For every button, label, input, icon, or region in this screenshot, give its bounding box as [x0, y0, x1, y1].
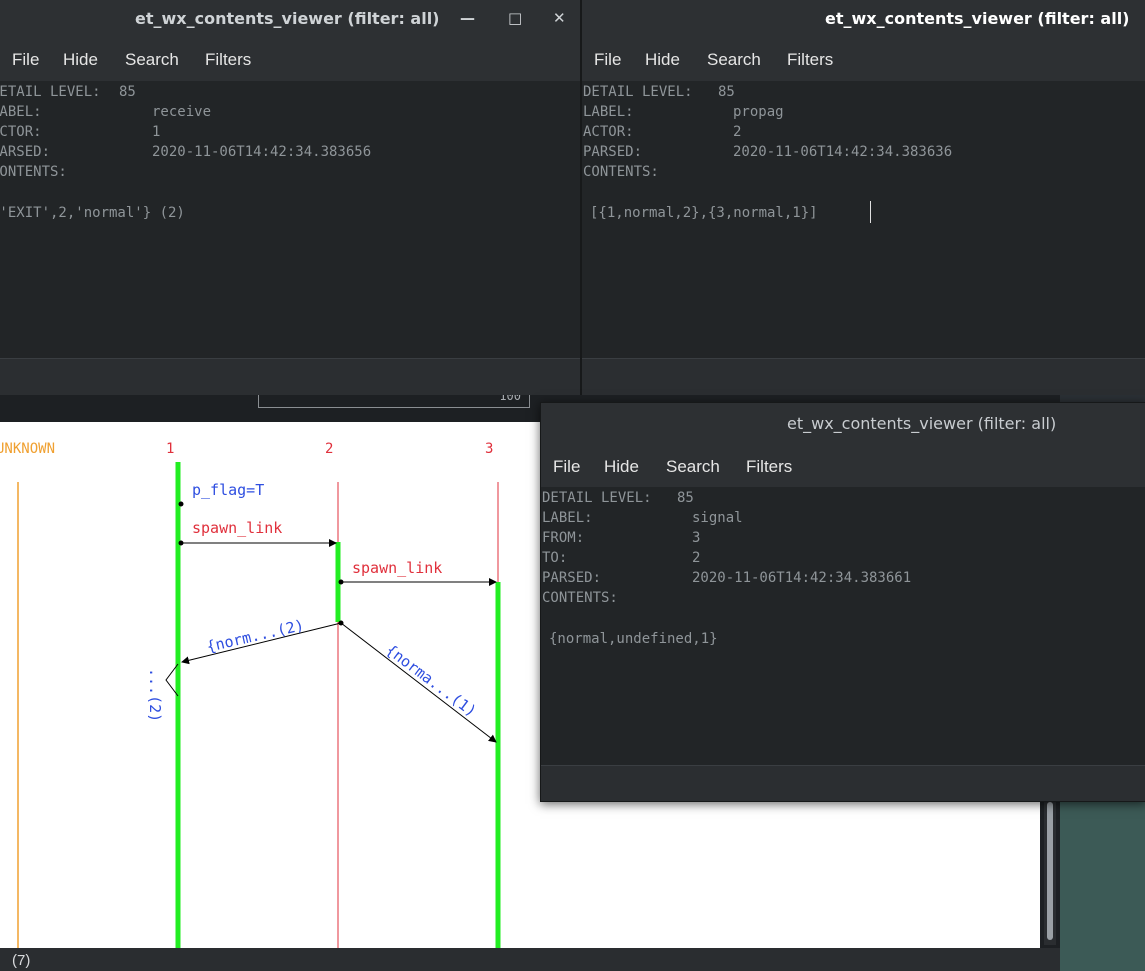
viewer-left-title: et_wx_contents_viewer (filter: all): [135, 9, 440, 28]
event-msg-forward-label[interactable]: {norma...(1): [383, 641, 480, 721]
menu-hide[interactable]: Hide: [63, 50, 98, 70]
field-key: DETAIL LEVEL:: [0, 84, 101, 100]
field-key: LABEL:: [583, 104, 634, 120]
field-value: 1: [152, 124, 161, 140]
actor-unknown-label: UNKNOWN: [0, 441, 55, 457]
maximize-button[interactable]: □: [508, 9, 522, 27]
text-cursor: [870, 201, 871, 223]
event-msg-back-label[interactable]: {norm...(2): [205, 616, 306, 656]
event-spawn-link-1-label[interactable]: spawn_link: [192, 519, 282, 537]
menu-file[interactable]: File: [594, 50, 621, 70]
field-key: CONTENTS:: [542, 590, 618, 606]
menu-hide[interactable]: Hide: [604, 457, 639, 477]
field-key: DETAIL LEVEL:: [583, 84, 693, 100]
menu-filters[interactable]: Filters: [205, 50, 251, 70]
scale-ruler: 100: [258, 389, 530, 408]
field-value: 2020-11-06T14:42:34.383661: [692, 570, 912, 586]
field-key: LABEL:: [0, 104, 42, 120]
actor-3-label: 3: [485, 441, 493, 457]
menu-file[interactable]: File: [12, 50, 39, 70]
viewer-front-footer: [541, 765, 1145, 801]
field-key: PARSED:: [583, 144, 643, 160]
menu-search[interactable]: Search: [125, 50, 179, 70]
close-button[interactable]: ✕: [553, 9, 566, 27]
contents-text: [{1,normal,2},{3,normal,1}]: [590, 205, 818, 221]
viewer-window-front[interactable]: et_wx_contents_viewer (filter: all) File…: [540, 402, 1145, 802]
viewer-right-footer: [582, 358, 1145, 395]
status-bar: (7): [0, 948, 1060, 971]
viewer-left-titlebar[interactable]: et_wx_contents_viewer (filter: all) — □ …: [0, 0, 580, 39]
viewer-left-footer: [0, 358, 580, 395]
event-msg-forward-arrow: [340, 622, 497, 743]
field-key: FROM:: [542, 530, 585, 546]
field-key: LABEL:: [542, 510, 593, 526]
field-value: receive: [152, 104, 212, 120]
field-key: TO:: [542, 550, 568, 566]
viewer-left-content[interactable]: DETAIL LEVEL: 85 LABEL: receive ACTOR: 1…: [0, 81, 580, 358]
menu-filters[interactable]: Filters: [746, 457, 792, 477]
canvas-scrollbar[interactable]: [1044, 800, 1056, 945]
actor-2-label: 2: [325, 441, 333, 457]
viewer-window-left[interactable]: et_wx_contents_viewer (filter: all) — □ …: [0, 0, 580, 395]
field-key: PARSED:: [542, 570, 602, 586]
field-key: ACTOR:: [583, 124, 634, 140]
viewer-front-titlebar[interactable]: et_wx_contents_viewer (filter: all): [541, 403, 1145, 446]
menu-search[interactable]: Search: [666, 457, 720, 477]
viewer-left-menubar: File Hide Search Filters: [0, 38, 580, 81]
event-self-loop-label[interactable]: ...(2): [146, 668, 164, 722]
actor-1-label: 1: [166, 441, 174, 457]
field-value: 2020-11-06T14:42:34.383656: [152, 144, 372, 160]
menu-file[interactable]: File: [553, 457, 580, 477]
field-value: 2: [733, 124, 742, 140]
canvas-scrollbar-thumb[interactable]: [1047, 802, 1053, 940]
field-value: 85: [718, 84, 735, 100]
viewer-front-content[interactable]: DETAIL LEVEL: 85 LABEL: signal FROM: 3 T…: [541, 487, 1145, 765]
field-value: 2: [692, 550, 701, 566]
viewer-right-menubar: File Hide Search Filters: [582, 38, 1145, 81]
viewer-right-title: et_wx_contents_viewer (filter: all): [825, 9, 1130, 28]
field-value: 3: [692, 530, 701, 546]
event-p-flag-dot: [178, 501, 184, 507]
minimize-button[interactable]: —: [460, 9, 475, 27]
menu-search[interactable]: Search: [707, 50, 761, 70]
field-value: 2020-11-06T14:42:34.383636: [733, 144, 953, 160]
field-key: CONTENTS:: [0, 164, 67, 180]
viewer-window-right[interactable]: et_wx_contents_viewer (filter: all) File…: [582, 0, 1145, 395]
event-p-flag-label[interactable]: p_flag=T: [192, 481, 264, 499]
menu-filters[interactable]: Filters: [787, 50, 833, 70]
field-key: ACTOR:: [0, 124, 42, 140]
field-value: 85: [119, 84, 136, 100]
desktop-background: [1060, 800, 1145, 971]
viewer-front-title: et_wx_contents_viewer (filter: all): [787, 414, 1057, 433]
field-key: CONTENTS:: [583, 164, 659, 180]
viewer-front-menubar: File Hide Search Filters: [541, 445, 1145, 487]
field-key: DETAIL LEVEL:: [542, 490, 652, 506]
viewer-right-content[interactable]: DETAIL LEVEL: 85 LABEL: propag ACTOR: 2 …: [582, 81, 1145, 358]
field-value: signal: [692, 510, 743, 526]
viewer-right-titlebar[interactable]: et_wx_contents_viewer (filter: all): [582, 0, 1145, 39]
status-bar-text: (7): [12, 952, 31, 969]
field-value: 85: [677, 490, 694, 506]
contents-text: {'EXIT',2,'normal'} (2): [0, 205, 185, 221]
field-value: propag: [733, 104, 784, 120]
event-spawn-link-2-label[interactable]: spawn_link: [352, 559, 442, 577]
contents-text: {normal,undefined,1}: [549, 631, 718, 647]
menu-hide[interactable]: Hide: [645, 50, 680, 70]
field-key: PARSED:: [0, 144, 51, 160]
